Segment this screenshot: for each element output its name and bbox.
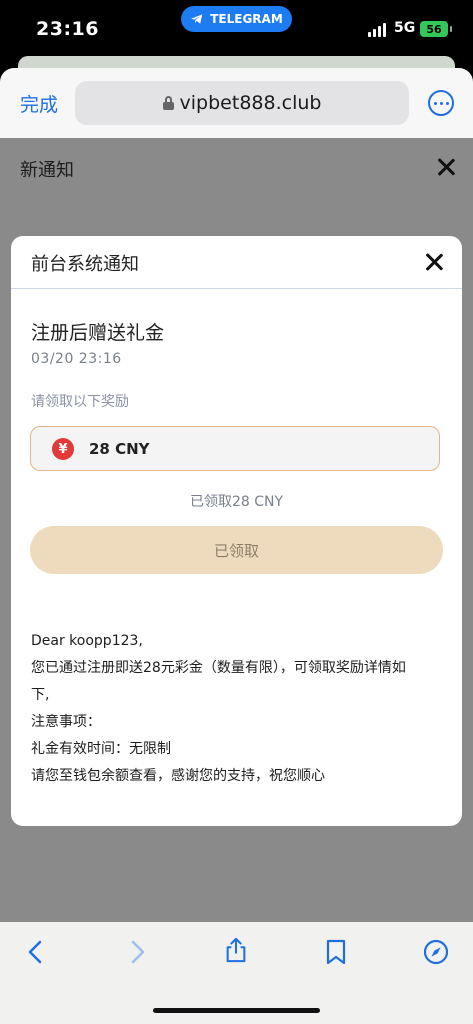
notification-modal: 前台系统通知 注册后赠送礼金 03/20 23:16 请领取以下奖励 ¥ 28 … <box>11 236 462 826</box>
lock-icon <box>162 96 174 110</box>
modal-title: 前台系统通知 <box>31 254 139 275</box>
message-line: 您已通过注册即送28元彩金（数量有限），可领取奖励详情如 <box>31 660 406 676</box>
done-button[interactable]: 完成 <box>20 90 58 117</box>
signal-icon <box>368 23 386 37</box>
url-text: vipbet888.club <box>179 92 322 114</box>
yen-icon: ¥ <box>52 438 74 460</box>
modal-close-icon[interactable] <box>424 252 444 272</box>
gift-title: 注册后赠送礼金 <box>31 322 165 344</box>
claimed-status: 已领取28 CNY <box>189 494 284 510</box>
message-line: 下, <box>31 687 50 703</box>
page-title: 新通知 <box>20 160 74 181</box>
compass-icon[interactable] <box>423 939 449 965</box>
page-close-icon[interactable] <box>436 157 456 177</box>
telegram-return-pill[interactable]: TELEGRAM <box>181 6 292 32</box>
more-options-button[interactable] <box>428 90 454 116</box>
reward-item: ¥ 28 CNY <box>30 426 440 471</box>
message-line: 礼金有效时间：无限制 <box>31 741 171 757</box>
notice-date: 03/20 23:16 <box>31 351 122 367</box>
modal-header: 前台系统通知 <box>11 236 462 289</box>
claim-button[interactable]: 已领取 <box>30 526 443 574</box>
telegram-pill-label: TELEGRAM <box>210 12 283 26</box>
battery-level: 56 <box>426 22 442 36</box>
reward-amount: 28 CNY <box>89 440 150 458</box>
forward-icon[interactable] <box>123 939 149 965</box>
url-bar[interactable]: vipbet888.club <box>75 81 409 125</box>
claim-hint: 请领取以下奖励 <box>31 394 129 410</box>
back-icon[interactable] <box>24 939 50 965</box>
network-type: 5G <box>394 20 416 36</box>
bookmarks-icon[interactable] <box>323 939 349 965</box>
home-indicator <box>153 1008 320 1013</box>
battery-icon: 56 <box>420 21 452 37</box>
message-body: Dear koopp123, 您已通过注册即送28元彩金（数量有限），可领取奖励… <box>31 628 449 790</box>
share-icon[interactable] <box>223 937 249 963</box>
message-line: 请您至钱包余额查看，感谢您的支持，祝您顺心 <box>31 768 325 784</box>
status-bar: 23:16 TELEGRAM 5G 56 <box>0 0 473 64</box>
message-line: Dear koopp123, <box>31 633 143 649</box>
telegram-icon <box>191 14 203 24</box>
status-time: 23:16 <box>36 18 99 40</box>
message-line: 注意事项： <box>31 714 101 730</box>
